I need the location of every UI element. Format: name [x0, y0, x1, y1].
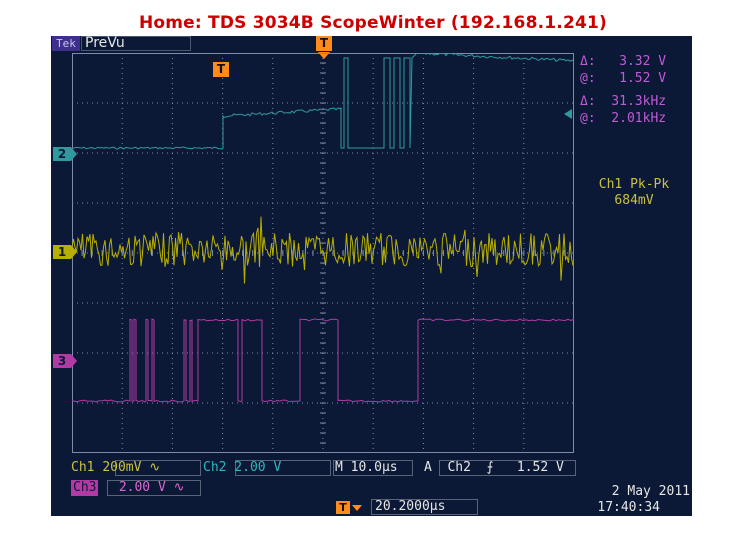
ch3-trace	[72, 318, 574, 403]
trigger-readout[interactable]: A Ch2 ⨍ 1.52 V	[424, 460, 564, 476]
cursor-frequency-readout: Δ: 31.3kHz @: 2.01kHz	[580, 93, 666, 127]
ch2-scale: 2.00 V	[226, 460, 282, 475]
freq-delta: Δ: 31.3kHz	[580, 94, 667, 109]
tek-badge: Tek	[52, 36, 80, 51]
top-status-bar: Tek PreVu T	[51, 35, 692, 59]
ch3-label[interactable]: Ch3	[71, 480, 99, 496]
freq-at: @: 2.01kHz	[580, 111, 667, 126]
delay-readout[interactable]: 20.2000µs	[375, 499, 445, 515]
channel-3-marker[interactable]: 3	[53, 354, 77, 368]
cursor-arrow-icon	[564, 109, 572, 119]
channel-1-marker[interactable]: 1	[53, 245, 77, 259]
mode-label: PreVu	[85, 35, 125, 51]
delay-arrow-icon	[352, 505, 362, 511]
time-readout: 17:40:34	[597, 500, 660, 515]
grid-lines	[72, 53, 574, 453]
timebase-readout[interactable]: M 10.0µs	[335, 460, 398, 476]
measurement-readout: Ch1 Pk-Pk 684mV	[579, 177, 689, 209]
trigger-position-icon[interactable]: T	[316, 36, 332, 51]
ch2-trace	[72, 53, 574, 150]
ch1-scale: 200mV ∿	[102, 460, 161, 475]
ch2-label: Ch2	[203, 460, 227, 475]
oscilloscope-screen: Tek PreVu T T 2 1 3 Δ: 3.32 V @: 1.52 V Δ…	[51, 36, 692, 516]
measurement-value: 684mV	[614, 193, 654, 208]
channel-2-marker[interactable]: 2	[53, 147, 77, 161]
ch1-label: Ch1	[71, 460, 95, 475]
cursor-voltage-readout: Δ: 3.32 V @: 1.52 V	[580, 53, 666, 87]
voltage-delta: Δ: 3.32 V	[580, 54, 667, 69]
delay-trigger-icon: T	[336, 501, 350, 514]
date-readout: 2 May 2011	[611, 484, 690, 499]
measurement-label: Ch1 Pk-Pk	[598, 177, 670, 192]
page-title: Home: TDS 3034B ScopeWinter (192.168.1.2…	[138, 13, 608, 33]
ch2-scale-readout[interactable]: Ch2 2.00 V	[203, 460, 281, 476]
ch3-scale[interactable]: 2.00 V ∿	[111, 480, 185, 496]
ch1-scale-readout[interactable]: Ch1 200mV ∿	[71, 460, 160, 476]
graticule	[72, 53, 574, 453]
voltage-at: @: 1.52 V	[580, 71, 667, 86]
